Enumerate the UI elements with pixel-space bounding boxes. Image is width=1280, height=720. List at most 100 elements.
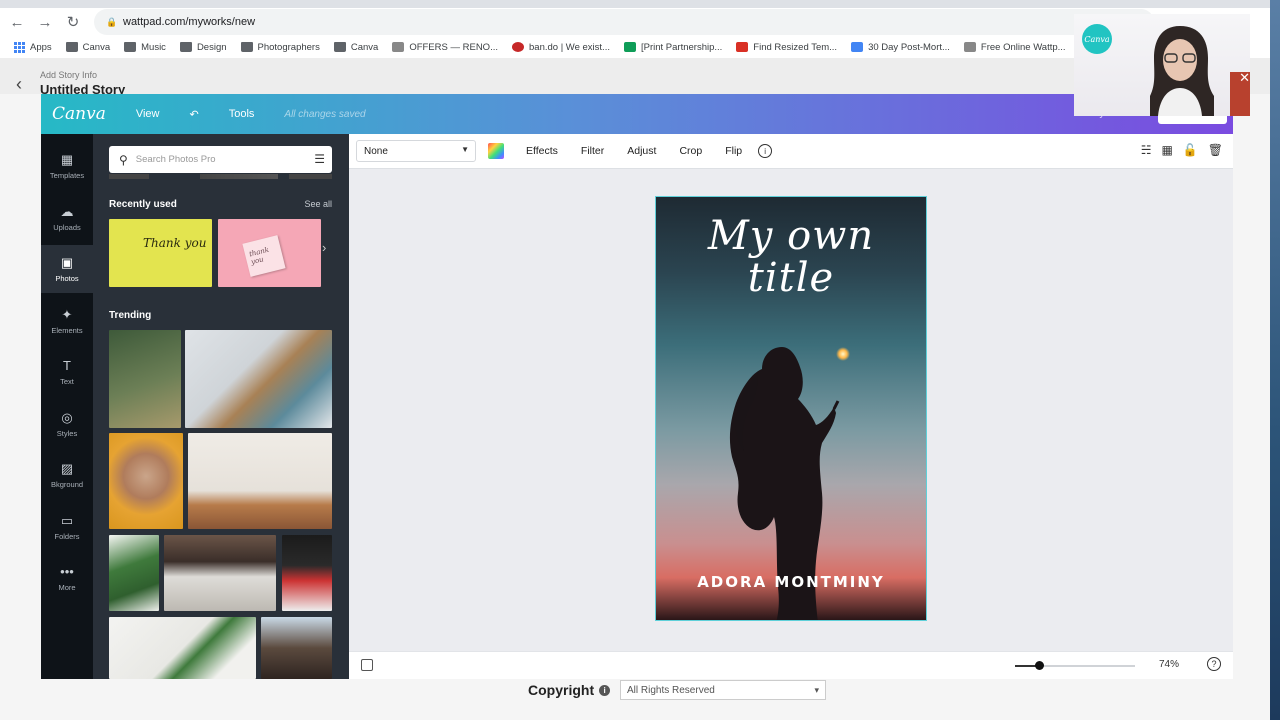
adjust-button[interactable]: Adjust [627, 145, 656, 157]
bookmark-item[interactable]: Apps [14, 41, 52, 53]
trending-photo[interactable] [109, 433, 183, 529]
lock-icon[interactable]: 🔓 [1183, 143, 1198, 157]
editor-area: None ▼ Effects Filter Adjust Crop Flip i… [349, 134, 1233, 679]
copyright-select[interactable]: All Rights Reserved ▾ [620, 680, 826, 700]
trending-photo[interactable] [282, 535, 332, 611]
url-bar[interactable]: 🔒 wattpad.com/myworks/new [94, 9, 1154, 35]
bookmark-label: Music [141, 41, 166, 53]
rail-item-photos[interactable]: ▣ Photos [41, 245, 93, 293]
sticky-note-text: thank you [248, 245, 270, 267]
cover-title[interactable]: My own title [656, 215, 926, 299]
notes-icon[interactable] [361, 659, 373, 671]
bookmark-item[interactable]: Canva [333, 41, 379, 53]
bookmark-label: 30 Day Post-Mort... [868, 41, 950, 53]
recent-photo-thank-you-pink[interactable]: thank you [218, 219, 321, 287]
filter-sliders-icon[interactable]: ☰ [314, 152, 325, 166]
cover-author[interactable]: ADORA MONTMINY [656, 573, 926, 591]
rail-item-label: Photos [55, 274, 79, 283]
recent-photo-thank-you-yellow[interactable]: Thank you [109, 219, 212, 287]
search-placeholder: Search Photos Pro [135, 154, 216, 165]
trending-photo[interactable] [164, 535, 276, 611]
tools-button[interactable]: Tools [229, 108, 255, 120]
lock-icon: 🔒 [106, 17, 118, 27]
crop-button[interactable]: Crop [679, 145, 702, 157]
recently-used-heading: Recently used [109, 199, 177, 210]
help-icon[interactable]: ? [1207, 657, 1221, 671]
rail-item-text[interactable]: T Text [41, 348, 93, 396]
docs-icon [851, 42, 864, 52]
trending-photo[interactable] [185, 330, 332, 428]
close-icon[interactable]: ✕ [1239, 70, 1250, 86]
color-picker-icon[interactable] [488, 143, 504, 159]
font-select[interactable]: None ▼ [356, 140, 476, 162]
bookmark-item[interactable]: Free Online Wattp... [963, 41, 1066, 53]
rail-item-label: More [58, 583, 76, 592]
bookmark-label: Photographers [257, 41, 320, 53]
presenter-video [1150, 26, 1214, 116]
info-icon[interactable]: i [758, 144, 773, 158]
see-all-link[interactable]: See all [304, 199, 332, 209]
bookmark-item[interactable]: Canva [65, 42, 110, 53]
editor-status-bar: 74% ? [349, 651, 1233, 679]
text-icon: T [63, 358, 71, 373]
copyright-label: Copyright i [528, 682, 611, 698]
sheets-icon [623, 42, 636, 52]
back-arrow-icon[interactable]: ← [6, 11, 28, 33]
trending-photo[interactable] [109, 617, 256, 679]
bookmark-item[interactable]: Design [179, 41, 227, 53]
book-cover-design[interactable]: My own title ADORA MONTMINY [655, 196, 927, 621]
bookmark-item[interactable]: Find Resized Tem... [736, 42, 837, 53]
trash-icon[interactable]: 🗑 [1208, 143, 1223, 157]
bookmark-label: Design [196, 41, 227, 53]
flip-button[interactable]: Flip [725, 145, 742, 157]
more-dots-icon: ••• [60, 564, 74, 579]
bookmark-label: Find Resized Tem... [753, 41, 838, 53]
bookmark-item[interactable]: Music [124, 42, 166, 53]
save-status: All changes saved [284, 108, 366, 120]
undo-icon[interactable]: ↶ [190, 108, 199, 121]
rail-item-folders[interactable]: ▭ Folders [41, 503, 93, 551]
rail-item-uploads[interactable]: ☁ Uploads [41, 194, 93, 242]
view-button[interactable]: View [136, 108, 160, 120]
paint-roller-icon[interactable]: ☵ [1141, 143, 1152, 157]
chevron-right-icon[interactable]: › [322, 240, 333, 264]
rail-item-bkground[interactable]: ▨ Bkground [41, 451, 93, 499]
zoom-percent[interactable]: 74% [1159, 659, 1179, 670]
gmail-icon [736, 42, 749, 52]
bookmark-item[interactable]: ban.do | We exist... [512, 42, 610, 53]
apps-grid-icon [14, 41, 25, 53]
forward-arrow-icon[interactable]: → [34, 11, 56, 33]
canva-badge-logo: Canva [1082, 24, 1112, 54]
reload-icon[interactable]: ↻ [62, 11, 84, 33]
effects-button[interactable]: Effects [526, 145, 558, 157]
trending-photo[interactable] [109, 535, 159, 611]
trending-heading: Trending [109, 310, 152, 321]
photo-search-input[interactable]: ⚲ Search Photos Pro ☰ [109, 146, 332, 173]
font-select-value: None [364, 145, 388, 157]
rail-item-elements[interactable]: ✦ Elements [41, 297, 93, 345]
info-icon[interactable]: i [599, 684, 611, 696]
bookmark-item[interactable]: OFFERS — RENO... [392, 42, 498, 53]
bookmark-label: Canva [350, 41, 379, 53]
zoom-slider-handle[interactable] [1035, 661, 1044, 670]
trending-photo[interactable] [109, 330, 181, 428]
canva-logo: Canva [52, 104, 106, 124]
zoom-slider[interactable] [1015, 661, 1135, 670]
bookmark-item[interactable]: [Print Partnership... [623, 42, 722, 53]
transparency-icon[interactable]: ▦ [1161, 143, 1172, 157]
trending-photo[interactable] [188, 433, 332, 529]
back-chevron-icon[interactable]: ‹ [16, 74, 22, 95]
folder-icon [179, 42, 192, 52]
rail-item-label: Uploads [53, 222, 81, 232]
folder-icon [240, 42, 253, 52]
folder-icon: ▭ [60, 512, 74, 528]
rail-item-more[interactable]: ••• More [41, 554, 93, 602]
rail-item-templates[interactable]: ▦ Templates [41, 142, 93, 190]
filter-button[interactable]: Filter [581, 145, 604, 157]
bookmark-label: Free Online Wattp... [980, 41, 1066, 53]
bookmark-item[interactable]: 30 Day Post-Mort... [851, 42, 950, 53]
rail-item-styles[interactable]: ◎ Styles [41, 400, 93, 448]
trending-photo[interactable] [261, 617, 332, 679]
rail-item-label: Folders [54, 531, 80, 541]
bookmark-item[interactable]: Photographers [240, 41, 320, 53]
